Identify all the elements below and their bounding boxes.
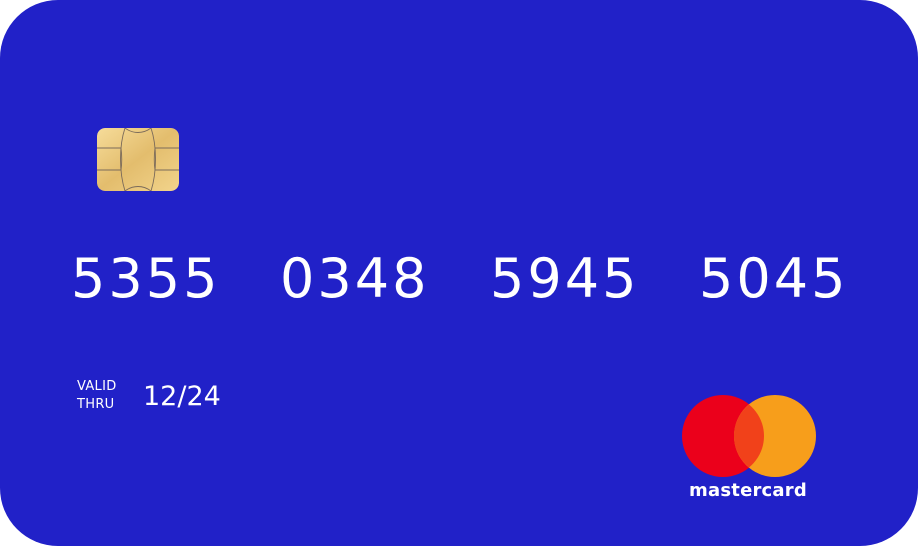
card-chip-icon [97, 128, 179, 191]
card-number-group-2: 0348 [280, 246, 430, 310]
card-number-group-1: 5355 [71, 246, 221, 310]
valid-label-line2: THRU [77, 397, 115, 412]
credit-card: 5355 0348 5945 5045 VALID THRU 12/24 mas… [0, 0, 918, 546]
valid-label-line1: VALID [77, 379, 117, 394]
expiry-date: 12/24 [143, 381, 221, 412]
brand-name: mastercard [689, 480, 807, 501]
card-number-group-4: 5045 [699, 246, 849, 310]
valid-thru-label: VALID THRU [77, 378, 117, 414]
card-number-group-3: 5945 [490, 246, 640, 310]
mastercard-logo-icon [680, 393, 820, 479]
